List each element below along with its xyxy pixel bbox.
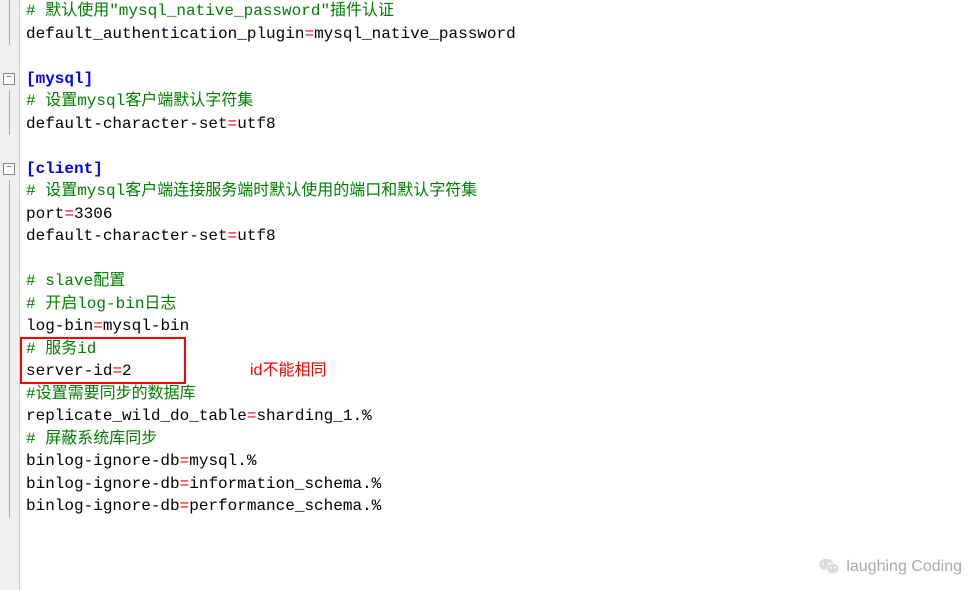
code-line[interactable]: # 服务id	[26, 338, 980, 361]
code-line[interactable]: # 设置mysql客户端连接服务端时默认使用的端口和默认字符集	[26, 180, 980, 203]
config-key: binlog-ignore-db	[26, 452, 180, 470]
code-line[interactable]: port=3306	[26, 203, 980, 226]
config-key: replicate_wild_do_table	[26, 407, 247, 425]
equals-sign: =	[180, 497, 190, 515]
config-key: default-character-set	[26, 115, 228, 133]
comment-text: #设置需要同步的数据库	[26, 385, 196, 403]
section-header: [mysql]	[26, 70, 93, 88]
config-key: binlog-ignore-db	[26, 497, 180, 515]
code-line[interactable]: log-bin=mysql-bin	[26, 315, 980, 338]
equals-sign: =	[228, 227, 238, 245]
config-value: mysql-bin	[103, 317, 189, 335]
fold-guide	[9, 90, 10, 135]
wechat-icon	[818, 556, 840, 578]
code-line[interactable]: # 开启log-bin日志	[26, 293, 980, 316]
comment-text: # 服务id	[26, 340, 96, 358]
config-value: utf8	[237, 115, 275, 133]
comment-text: # 开启log-bin日志	[26, 295, 176, 313]
comment-text: # 默认使用"mysql_native_password"插件认证	[26, 2, 394, 20]
code-editor: −− # 默认使用"mysql_native_password"插件认证defa…	[0, 0, 980, 590]
fold-guide	[9, 0, 10, 45]
equals-sign: =	[180, 452, 190, 470]
config-value: 3306	[74, 205, 112, 223]
equals-sign: =	[93, 317, 103, 335]
code-line[interactable]: server-id=2	[26, 360, 980, 383]
config-key: log-bin	[26, 317, 93, 335]
watermark: laughing Coding	[818, 556, 962, 578]
code-line[interactable]: # 默认使用"mysql_native_password"插件认证	[26, 0, 980, 23]
fold-gutter: −−	[0, 0, 20, 590]
fold-toggle[interactable]: −	[3, 73, 15, 85]
config-value: information_schema.%	[189, 475, 381, 493]
code-line[interactable]: #设置需要同步的数据库	[26, 383, 980, 406]
annotation-text: id不能相同	[250, 360, 326, 383]
comment-text: # slave配置	[26, 272, 125, 290]
config-key: port	[26, 205, 64, 223]
equals-sign: =	[247, 407, 257, 425]
code-line[interactable]: [mysql]	[26, 68, 980, 91]
fold-toggle[interactable]: −	[3, 163, 15, 175]
watermark-text: laughing Coding	[846, 558, 962, 576]
code-line[interactable]: # 设置mysql客户端默认字符集	[26, 90, 980, 113]
code-line[interactable]	[26, 135, 980, 158]
config-key: binlog-ignore-db	[26, 475, 180, 493]
code-line[interactable]: replicate_wild_do_table=sharding_1.%	[26, 405, 980, 428]
config-key: default-character-set	[26, 227, 228, 245]
code-area[interactable]: # 默认使用"mysql_native_password"插件认证default…	[20, 0, 980, 590]
config-value: mysql.%	[189, 452, 256, 470]
equals-sign: =	[112, 362, 122, 380]
equals-sign: =	[64, 205, 74, 223]
code-line[interactable]	[26, 248, 980, 271]
code-line[interactable]: # slave配置	[26, 270, 980, 293]
code-line[interactable]: binlog-ignore-db=mysql.%	[26, 450, 980, 473]
code-line[interactable]: binlog-ignore-db=information_schema.%	[26, 473, 980, 496]
section-header: [client]	[26, 160, 103, 178]
config-value: utf8	[237, 227, 275, 245]
config-key: server-id	[26, 362, 112, 380]
config-key: default_authentication_plugin	[26, 25, 304, 43]
code-line[interactable]: # 屏蔽系统库同步	[26, 428, 980, 451]
comment-text: # 设置mysql客户端默认字符集	[26, 92, 253, 110]
config-value: mysql_native_password	[314, 25, 516, 43]
config-value: 2	[122, 362, 132, 380]
code-line[interactable]: default-character-set=utf8	[26, 225, 980, 248]
code-line[interactable]: default-character-set=utf8	[26, 113, 980, 136]
equals-sign: =	[180, 475, 190, 493]
fold-guide	[9, 180, 10, 518]
comment-text: # 屏蔽系统库同步	[26, 430, 157, 448]
equals-sign: =	[228, 115, 238, 133]
comment-text: # 设置mysql客户端连接服务端时默认使用的端口和默认字符集	[26, 182, 477, 200]
equals-sign: =	[304, 25, 314, 43]
code-line[interactable]	[26, 45, 980, 68]
config-value: sharding_1.%	[256, 407, 371, 425]
config-value: performance_schema.%	[189, 497, 381, 515]
code-line[interactable]: default_authentication_plugin=mysql_nati…	[26, 23, 980, 46]
code-line[interactable]: binlog-ignore-db=performance_schema.%	[26, 495, 980, 518]
code-line[interactable]: [client]	[26, 158, 980, 181]
